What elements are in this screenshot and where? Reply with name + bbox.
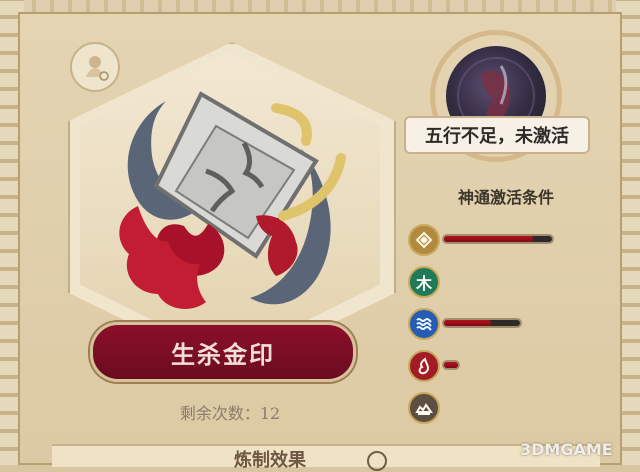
watermark: 3DMGAME bbox=[520, 440, 613, 459]
bottom-title: 炼制效果 bbox=[234, 450, 306, 471]
earth-symbol-icon bbox=[415, 403, 433, 415]
artifact-artwork bbox=[119, 91, 346, 309]
metal-progress-bar bbox=[442, 234, 554, 244]
metal-symbol-icon bbox=[415, 231, 433, 249]
earth-icon bbox=[408, 392, 440, 424]
fire-progress-bar bbox=[442, 360, 460, 370]
wood-label: 木 bbox=[415, 274, 432, 293]
wood-icon: 木 bbox=[408, 266, 440, 298]
water-symbol-icon bbox=[416, 318, 432, 331]
remaining-count: 剩余次数：12 bbox=[179, 404, 281, 423]
item-name: 生杀金印 bbox=[171, 339, 275, 369]
activation-status-label: 五行不足，未激活 bbox=[404, 116, 590, 154]
fire-symbol-icon bbox=[418, 357, 430, 375]
conditions-title: 神通激活条件 bbox=[457, 188, 554, 207]
metal-icon bbox=[408, 224, 440, 256]
item-name-banner: 生杀金印 bbox=[90, 322, 356, 382]
water-icon bbox=[408, 308, 440, 340]
bottom-expand-button[interactable] bbox=[367, 451, 387, 471]
water-progress-bar bbox=[442, 318, 522, 328]
fire-icon bbox=[408, 350, 440, 382]
